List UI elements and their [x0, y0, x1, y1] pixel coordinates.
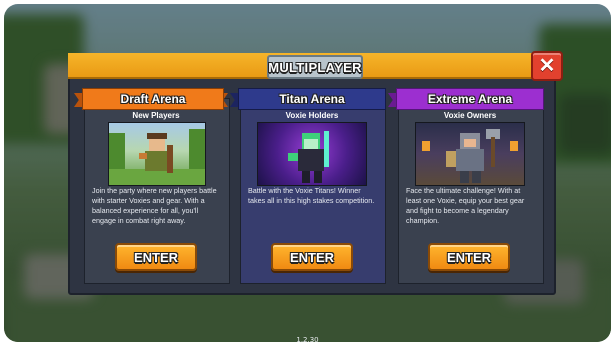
arena-subtitle-extreme: Voxie Owners [443, 111, 497, 120]
arena-title-extreme: Extreme Arena [396, 88, 544, 110]
enter-button-extreme[interactable]: ENTER [428, 243, 510, 271]
close-button[interactable]: ✕ [531, 51, 563, 81]
arena-title-draft: Draft Arena [82, 88, 224, 110]
arena-subtitle-titan: Voxie Holders [285, 111, 339, 120]
close-icon: ✕ [538, 55, 556, 77]
arena-title-titan: Titan Arena [238, 88, 386, 110]
enter-button-draft[interactable]: ENTER [115, 243, 197, 271]
arena-art-draft [108, 122, 206, 186]
panel-title: MULTIPLAYER [267, 55, 363, 79]
arena-description-extreme: Face the ultimate challenge! With at lea… [406, 186, 525, 225]
arena-description-titan: Battle with the Voxie Titans! Winner tak… [248, 186, 375, 205]
arena-art-titan [257, 122, 367, 186]
arena-subtitle-draft: New Players [132, 111, 180, 120]
version-label: 1.2.30 [296, 336, 319, 344]
arena-art-extreme [415, 122, 525, 186]
knight-character-icon [422, 129, 518, 183]
enter-button-titan[interactable]: ENTER [271, 243, 353, 271]
ranger-character-icon [109, 129, 205, 185]
titan-character-icon [288, 131, 329, 183]
arena-description-draft: Join the party where new players battle … [92, 186, 217, 225]
